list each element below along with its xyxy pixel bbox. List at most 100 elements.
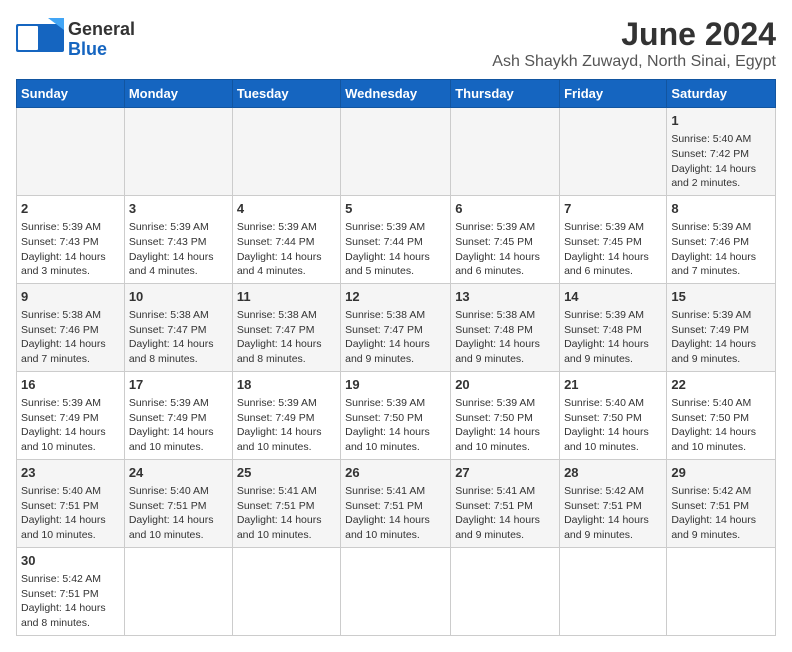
logo-text: General [68,20,135,40]
calendar-cell: 14 Sunrise: 5:39 AM Sunset: 7:48 PM Dayli… [560,283,667,371]
day-content: Sunrise: 5:41 AM Sunset: 7:51 PM Dayligh… [345,484,446,543]
day-number: 2 [21,200,120,218]
calendar-cell [451,108,560,196]
calendar-cell [232,108,340,196]
calendar-cell [451,547,560,635]
calendar-cell [560,547,667,635]
calendar-header-monday: Monday [124,80,232,108]
calendar-header-wednesday: Wednesday [341,80,451,108]
day-number: 9 [21,288,120,306]
day-number: 27 [455,464,555,482]
calendar-header-tuesday: Tuesday [232,80,340,108]
day-number: 26 [345,464,446,482]
calendar-cell [124,547,232,635]
calendar-cell: 21Sunrise: 5:40 AM Sunset: 7:50 PM Dayli… [560,371,667,459]
calendar-cell: 10 Sunrise: 5:38 AM Sunset: 7:47 PM Dayli… [124,283,232,371]
day-content: Sunrise: 5:39 AM Sunset: 7:44 PM Dayligh… [345,220,446,279]
calendar-week-row: 16 Sunrise: 5:39 AM Sunset: 7:49 PM Dayli… [17,371,776,459]
title-area: June 2024 Ash Shaykh Zuwayd, North Sinai… [492,16,776,71]
day-content: Sunrise: 5:38 AM Sunset: 7:46 PM Dayligh… [21,308,120,367]
calendar-cell: 9 Sunrise: 5:38 AM Sunset: 7:46 PM Daylig… [17,283,125,371]
calendar-cell [232,547,340,635]
calendar-header-saturday: Saturday [667,80,776,108]
day-content: Sunrise: 5:39 AM Sunset: 7:43 PM Dayligh… [21,220,120,279]
calendar-cell [124,108,232,196]
day-number: 11 [237,288,336,306]
day-content: Sunrise: 5:38 AM Sunset: 7:47 PM Dayligh… [237,308,336,367]
calendar-table: SundayMondayTuesdayWednesdayThursdayFrid… [16,79,776,636]
calendar-cell: 13 Sunrise: 5:38 AM Sunset: 7:48 PM Dayli… [451,283,560,371]
day-content: Sunrise: 5:41 AM Sunset: 7:51 PM Dayligh… [455,484,555,543]
day-content: Sunrise: 5:42 AM Sunset: 7:51 PM Dayligh… [564,484,662,543]
day-content: Sunrise: 5:39 AM Sunset: 7:46 PM Dayligh… [671,220,771,279]
page-subtitle: Ash Shaykh Zuwayd, North Sinai, Egypt [492,53,776,71]
calendar-week-row: 23 Sunrise: 5:40 AM Sunset: 7:51 PM Dayli… [17,459,776,547]
day-number: 13 [455,288,555,306]
logo: General Blue [16,16,135,63]
page-title: June 2024 [492,16,776,53]
calendar-cell: 6Sunrise: 5:39 AM Sunset: 7:45 PM Daylig… [451,195,560,283]
calendar-cell: 8Sunrise: 5:39 AM Sunset: 7:46 PM Daylig… [667,195,776,283]
calendar-header-friday: Friday [560,80,667,108]
calendar-week-row: 1 Sunrise: 5:40 AM Sunset: 7:42 PM Daylig… [17,108,776,196]
calendar-cell: 26 Sunrise: 5:41 AM Sunset: 7:51 PM Dayli… [341,459,451,547]
day-content: Sunrise: 5:39 AM Sunset: 7:50 PM Dayligh… [345,396,446,455]
calendar-cell [17,108,125,196]
day-content: Sunrise: 5:39 AM Sunset: 7:49 PM Dayligh… [237,396,336,455]
calendar-cell: 15Sunrise: 5:39 AM Sunset: 7:49 PM Dayli… [667,283,776,371]
calendar-cell [667,547,776,635]
calendar-cell: 25 Sunrise: 5:41 AM Sunset: 7:51 PM Dayli… [232,459,340,547]
calendar-cell: 16Sunrise: 5:39 AM Sunset: 7:49 PM Dayli… [17,371,125,459]
day-number: 10 [129,288,228,306]
calendar-cell: 7Sunrise: 5:39 AM Sunset: 7:45 PM Daylig… [560,195,667,283]
day-content: Sunrise: 5:39 AM Sunset: 7:48 PM Dayligh… [564,308,662,367]
calendar-cell: 17 Sunrise: 5:39 AM Sunset: 7:49 PM Dayli… [124,371,232,459]
calendar-cell: 4Sunrise: 5:39 AM Sunset: 7:44 PM Daylig… [232,195,340,283]
calendar-header-row: SundayMondayTuesdayWednesdayThursdayFrid… [17,80,776,108]
calendar-cell [341,547,451,635]
day-number: 16 [21,376,120,394]
day-number: 1 [671,112,771,130]
day-number: 15 [671,288,771,306]
day-number: 6 [455,200,555,218]
calendar-cell [341,108,451,196]
day-content: Sunrise: 5:42 AM Sunset: 7:51 PM Dayligh… [21,572,120,631]
day-number: 14 [564,288,662,306]
day-number: 22 [671,376,771,394]
calendar-week-row: 2 Sunrise: 5:39 AM Sunset: 7:43 PM Daylig… [17,195,776,283]
day-content: Sunrise: 5:39 AM Sunset: 7:43 PM Dayligh… [129,220,228,279]
day-number: 17 [129,376,228,394]
calendar-cell: 29Sunrise: 5:42 AM Sunset: 7:51 PM Dayli… [667,459,776,547]
calendar-cell: 27 Sunrise: 5:41 AM Sunset: 7:51 PM Dayli… [451,459,560,547]
day-number: 28 [564,464,662,482]
calendar-cell: 12 Sunrise: 5:38 AM Sunset: 7:47 PM Dayli… [341,283,451,371]
logo-icon [16,16,64,58]
calendar-cell: 28 Sunrise: 5:42 AM Sunset: 7:51 PM Dayli… [560,459,667,547]
calendar-cell: 30Sunrise: 5:42 AM Sunset: 7:51 PM Dayli… [17,547,125,635]
calendar-header-sunday: Sunday [17,80,125,108]
calendar-cell [560,108,667,196]
day-content: Sunrise: 5:40 AM Sunset: 7:51 PM Dayligh… [129,484,228,543]
calendar-cell: 20Sunrise: 5:39 AM Sunset: 7:50 PM Dayli… [451,371,560,459]
page-header: General Blue June 2024 Ash Shaykh Zuwayd… [16,16,776,71]
calendar-cell: 23Sunrise: 5:40 AM Sunset: 7:51 PM Dayli… [17,459,125,547]
day-content: Sunrise: 5:38 AM Sunset: 7:48 PM Dayligh… [455,308,555,367]
day-number: 5 [345,200,446,218]
calendar-cell: 11 Sunrise: 5:38 AM Sunset: 7:47 PM Dayli… [232,283,340,371]
day-number: 25 [237,464,336,482]
day-content: Sunrise: 5:38 AM Sunset: 7:47 PM Dayligh… [129,308,228,367]
day-content: Sunrise: 5:40 AM Sunset: 7:42 PM Dayligh… [671,132,771,191]
day-number: 12 [345,288,446,306]
day-number: 23 [21,464,120,482]
day-content: Sunrise: 5:39 AM Sunset: 7:49 PM Dayligh… [129,396,228,455]
day-content: Sunrise: 5:39 AM Sunset: 7:44 PM Dayligh… [237,220,336,279]
calendar-cell: 18Sunrise: 5:39 AM Sunset: 7:49 PM Dayli… [232,371,340,459]
day-content: Sunrise: 5:42 AM Sunset: 7:51 PM Dayligh… [671,484,771,543]
day-content: Sunrise: 5:40 AM Sunset: 7:50 PM Dayligh… [671,396,771,455]
calendar-cell: 2 Sunrise: 5:39 AM Sunset: 7:43 PM Daylig… [17,195,125,283]
day-content: Sunrise: 5:41 AM Sunset: 7:51 PM Dayligh… [237,484,336,543]
calendar-cell: 5 Sunrise: 5:39 AM Sunset: 7:44 PM Daylig… [341,195,451,283]
day-content: Sunrise: 5:39 AM Sunset: 7:50 PM Dayligh… [455,396,555,455]
day-content: Sunrise: 5:39 AM Sunset: 7:45 PM Dayligh… [564,220,662,279]
day-content: Sunrise: 5:38 AM Sunset: 7:47 PM Dayligh… [345,308,446,367]
